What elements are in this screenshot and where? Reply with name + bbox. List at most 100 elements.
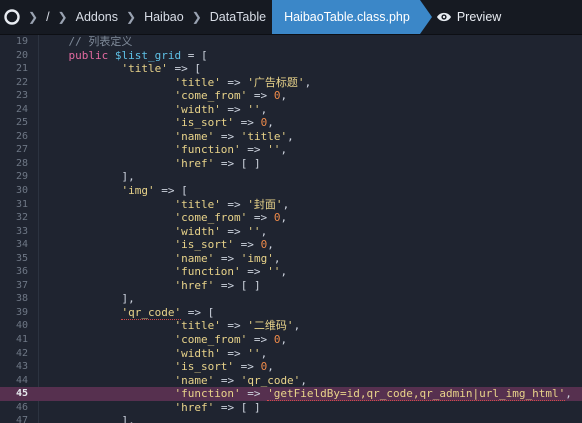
line-number: 36 [15,266,28,278]
code-line[interactable]: 22 'title' => '广告标题', [0,76,582,90]
line-number: 25 [15,117,28,129]
code-text: 'title' => '封面', [174,197,290,211]
code-text: 'name' => 'title', [174,129,294,143]
code-line[interactable]: 21 'title' => [ [0,62,582,76]
code-line[interactable]: 28 'href' => [ ] [0,157,582,171]
line-number: 24 [15,103,28,115]
breadcrumb-item-haibao[interactable]: Haibao [138,0,190,34]
code-text: 'width' => '', [174,224,268,238]
code-line[interactable]: 46 'href' => [ ] [0,401,582,415]
line-number: 22 [15,76,28,88]
code-line[interactable]: 44 'name' => 'qr_code', [0,373,582,388]
line-number: 32 [15,212,28,224]
code-text: 'function' => 'getFieldBy=id,qr_code,qr_… [174,387,572,402]
code-text: 'is_sort' => 0, [174,238,274,252]
line-number: 27 [15,144,28,156]
code-line[interactable]: 23 'come_from' => 0, [0,89,582,103]
line-number: 20 [15,49,28,61]
code-text: 'come_from' => 0, [174,333,288,347]
line-number: 28 [15,157,28,169]
code-line[interactable]: 26 'name' => 'title', [0,130,582,144]
workspace-icon[interactable] [0,0,26,34]
chevron-right-icon: ❯ [57,10,68,24]
code-text: 'function' => '', [174,265,288,279]
code-text: 'title' => '二维码', [174,319,301,333]
line-number: 34 [15,239,28,251]
code-editor[interactable]: 19 // 列表定义 20 public $list_grid = [21 'ti… [0,35,582,423]
breadcrumb-root[interactable]: / [40,0,55,34]
code-line[interactable]: 32 'come_from' => 0, [0,211,582,225]
code-text: 'function' => '', [174,143,288,157]
code-line[interactable]: 40 'title' => '二维码', [0,319,582,333]
chevron-right-icon: ❯ [126,10,137,24]
code-line[interactable]: 41 'come_from' => 0, [0,333,582,347]
breadcrumb-item-addons[interactable]: Addons [70,0,124,34]
code-line[interactable]: 30 'img' => [ [0,184,582,198]
line-number: 21 [15,63,28,75]
code-text: 'is_sort' => 0, [174,116,274,130]
line-number: 23 [15,90,28,102]
line-number: 46 [15,401,28,413]
code-line[interactable]: 20 public $list_grid = [ [0,49,582,63]
line-number: 47 [15,415,28,423]
line-number: 42 [15,347,28,359]
code-text: public $list_grid = [ [68,48,208,62]
code-text: // 列表定义 [68,35,133,48]
breadcrumb-bar: ❯ / ❯ Addons ❯ Haibao ❯ DataTable Haibao… [0,0,582,35]
code-text: 'width' => '', [174,346,268,360]
code-line[interactable]: 31 'title' => '封面', [0,198,582,212]
line-number: 33 [15,225,28,237]
code-line[interactable]: 24 'width' => '', [0,103,582,117]
code-text: 'come_from' => 0, [174,211,288,225]
line-number: 31 [15,198,28,210]
line-number: 45 [15,388,28,400]
chevron-right-icon: ❯ [28,10,39,24]
breadcrumb-active-file[interactable]: HaibaoTable.class.php [272,0,432,34]
code-text: ], [42,292,135,306]
code-text: 'name' => 'qr_code', [174,373,307,388]
code-text: 'href' => [ ] [174,278,261,292]
code-text: 'name' => 'img', [174,251,281,265]
line-number: 26 [15,130,28,142]
preview-button[interactable]: Preview [436,10,501,24]
code-text: 'href' => [ ] [174,156,261,170]
code-text: 'title' => [ [121,62,201,76]
code-text: 'qr_code' => [ [121,305,215,320]
preview-label: Preview [456,10,502,24]
code-line[interactable]: 42 'width' => '', [0,347,582,361]
code-line[interactable]: 36 'function' => '', [0,265,582,279]
code-text: 'href' => [ ] [174,400,261,414]
code-line[interactable]: 25 'is_sort' => 0, [0,116,582,130]
line-number: 43 [15,361,28,373]
chevron-right-icon: ❯ [191,10,202,24]
code-line[interactable]: 29 ], [0,170,582,184]
line-number: 39 [15,306,28,318]
code-text: 'img' => [ [121,184,188,198]
eye-icon [436,12,451,22]
line-number: 40 [15,320,28,332]
line-number: 29 [15,171,28,183]
code-line[interactable]: 45 'function' => 'getFieldBy=id,qr_code,… [0,387,582,402]
code-text: ], [42,170,135,184]
line-number: 35 [15,252,28,264]
code-line[interactable]: 37 'href' => [ ] [0,279,582,293]
code-text: 'is_sort' => 0, [174,360,274,374]
line-number: 37 [15,279,28,291]
code-line[interactable]: 43 'is_sort' => 0, [0,360,582,374]
line-number: 19 [15,36,28,47]
code-line[interactable]: 39 'qr_code' => [ [0,305,582,320]
line-number: 41 [15,334,28,346]
code-line[interactable]: 34 'is_sort' => 0, [0,238,582,252]
code-line[interactable]: 27 'function' => '', [0,143,582,157]
code-line[interactable]: 19 // 列表定义 [0,35,582,49]
code-text: ], [42,414,135,423]
code-text: 'width' => '', [174,102,268,116]
code-line[interactable]: 35 'name' => 'img', [0,252,582,266]
line-number: 30 [15,185,28,197]
line-number: 38 [15,293,28,305]
breadcrumb-item-datatable[interactable]: DataTable [204,0,272,34]
code-line[interactable]: 33 'width' => '', [0,225,582,239]
code-text: 'title' => '广告标题', [174,75,312,89]
code-line[interactable]: 47 ], [0,414,582,423]
code-line[interactable]: 38 ], [0,292,582,306]
